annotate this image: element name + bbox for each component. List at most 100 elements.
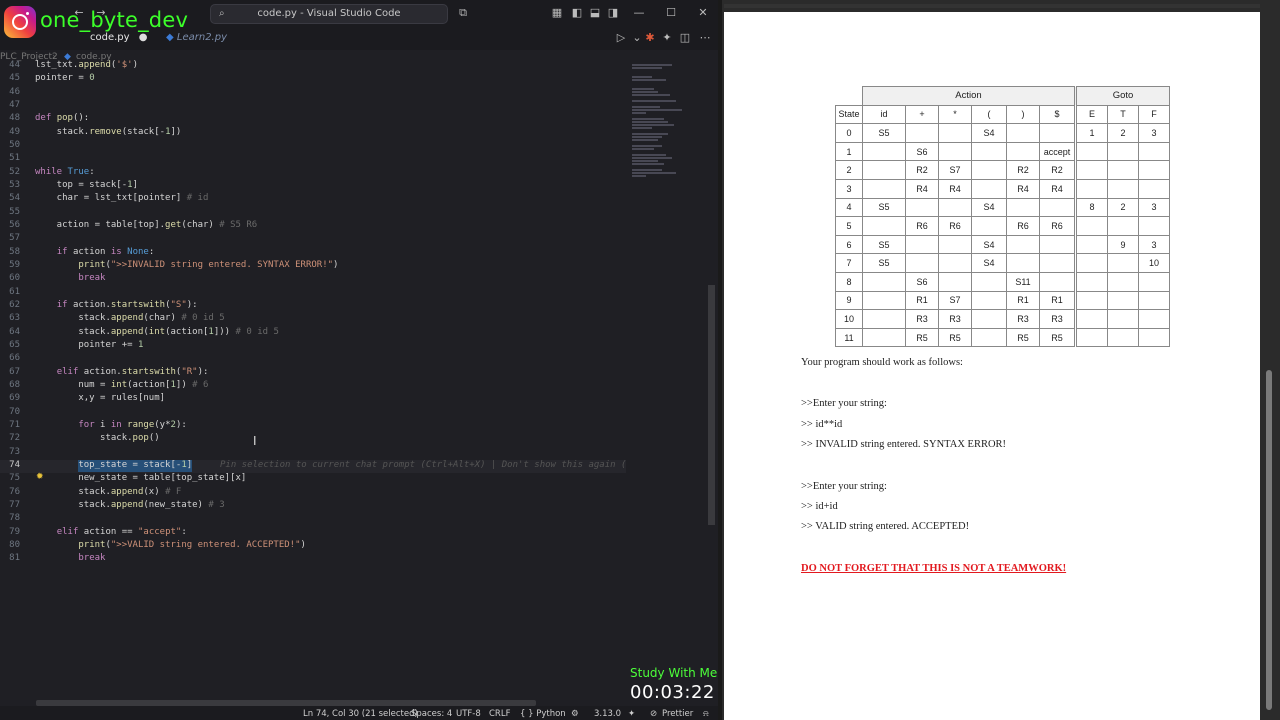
document-scrollbar[interactable] — [1266, 370, 1272, 710]
dropdown-chevron-icon[interactable]: ⌄ — [630, 31, 644, 45]
code-line[interactable]: stack.append(new_state) # 3 — [35, 500, 224, 510]
code-line[interactable]: if action is None: — [35, 247, 155, 257]
command-center-search[interactable]: ⌕ code.py - Visual Studio Code — [210, 4, 448, 24]
status-indentation[interactable]: Spaces: 4 — [411, 706, 452, 720]
minimap-line — [632, 160, 658, 162]
code-line[interactable]: for i in range(y*2): — [35, 420, 186, 430]
maximize-icon[interactable]: ☐ — [664, 6, 678, 20]
split-editor-icon[interactable]: ◫ — [678, 31, 692, 45]
code-line[interactable]: stack.remove(stack[-1]) — [35, 127, 182, 137]
notifications-icon[interactable]: ⍾ — [703, 706, 709, 720]
code-line[interactable]: def pop(): — [35, 113, 89, 123]
table-cell — [862, 271, 906, 292]
code-editor[interactable]: 44 lst_txt.append('$') 45 pointer = 0 46 47 48… — [0, 58, 626, 698]
table-cell — [1006, 123, 1040, 143]
line-number: 62 — [9, 299, 20, 310]
copilot-icon[interactable]: ⧉ — [456, 6, 470, 20]
minimap-line — [632, 124, 674, 126]
python-env-icon[interactable]: ⚙ — [571, 706, 579, 720]
table-cell — [1074, 178, 1108, 199]
inline-chat-hint[interactable]: Pin selection to current chat prompt (Ct… — [220, 460, 626, 470]
minimap-line — [632, 136, 662, 138]
table-cell — [1074, 216, 1108, 236]
toggle-secondary-sidebar-icon[interactable]: ◨ — [606, 6, 620, 20]
column-header: E — [1074, 104, 1108, 125]
code-line[interactable]: x,y = rules[num] — [35, 393, 165, 403]
code-line[interactable]: pointer = 0 — [35, 73, 95, 83]
code-line[interactable]: stack.append(int(action[1])) # 0 id 5 — [35, 327, 279, 337]
code-line[interactable]: top = stack[-1] — [35, 180, 138, 190]
line-number: 48 — [9, 113, 20, 124]
table-cell — [862, 160, 906, 180]
table-cell: R5 — [1039, 327, 1076, 348]
code-line[interactable]: lst_txt.append('$') — [35, 60, 138, 70]
line-number: 44 — [9, 60, 20, 70]
column-header: T — [1107, 104, 1139, 125]
close-icon[interactable]: ✕ — [696, 6, 710, 20]
state-cell: 7 — [835, 253, 863, 273]
minimap-line — [632, 91, 658, 93]
code-line[interactable]: if action.startswith("S"): — [35, 300, 198, 310]
status-encoding[interactable]: UTF-8 — [456, 706, 481, 720]
table-cell — [938, 271, 972, 292]
table-cell: 3 — [1138, 123, 1170, 143]
code-line[interactable]: while True: — [35, 167, 95, 177]
table-cell — [971, 271, 1007, 292]
code-line[interactable]: stack.append(x) # F — [35, 487, 181, 497]
code-line[interactable]: print(">>VALID string entered. ACCEPTED!… — [35, 540, 306, 550]
code-line[interactable]: num = int(action[1]) # 6 — [35, 380, 208, 390]
line-number: 80 — [9, 539, 20, 550]
table-cell: 10 — [1138, 253, 1170, 273]
study-timer: 00:03:22 — [630, 682, 715, 703]
table-cell: S7 — [938, 290, 972, 311]
minimap-line — [632, 145, 662, 147]
table-cell — [1039, 253, 1076, 273]
minimap[interactable] — [628, 64, 708, 184]
code-line[interactable]: char = lst_txt[pointer] # id — [35, 193, 209, 203]
minimap-line — [632, 88, 654, 90]
run-icon[interactable]: ▷ — [614, 31, 628, 45]
modified-dot-icon[interactable]: ● — [139, 32, 148, 43]
table-cell: S11 — [1006, 271, 1040, 292]
code-line[interactable]: elif action == "accept": — [35, 527, 187, 537]
status-cursor-position[interactable]: Ln 74, Col 30 (21 selected) — [303, 706, 418, 720]
code-line[interactable]: break — [35, 553, 105, 563]
minimize-icon[interactable]: — — [632, 6, 646, 20]
code-line[interactable]: stack.pop() — [35, 433, 160, 443]
lightbulb-icon[interactable]: ✹ — [36, 472, 44, 482]
python-file-icon: ◆ — [166, 32, 174, 43]
state-cell: 11 — [835, 327, 863, 348]
state-cell: 6 — [835, 234, 863, 255]
table-cell: R3 — [1039, 309, 1076, 329]
copilot-sparkle-icon[interactable]: ✦ — [660, 31, 674, 45]
status-language[interactable]: { } Python — [520, 706, 566, 720]
code-line[interactable]: action = table[top].get(char) # S5 R6 — [35, 220, 258, 230]
more-actions-icon[interactable]: ⋯ — [698, 31, 712, 45]
table-cell — [971, 309, 1007, 329]
code-line[interactable]: new_state = table[top_state][x] — [35, 473, 246, 483]
table-cell — [905, 197, 939, 218]
status-python-version[interactable]: 3.13.0 — [594, 706, 621, 720]
code-line[interactable]: elif action.startswith("R"): — [35, 367, 209, 377]
code-line[interactable]: print(">>INVALID string entered. SYNTAX … — [35, 260, 338, 270]
code-line[interactable]: stack.append(char) # 0 id 5 — [35, 313, 224, 323]
layout-icon[interactable]: ▦ — [550, 6, 564, 20]
vertical-scrollbar[interactable] — [708, 285, 715, 525]
table-cell: 3 — [1138, 197, 1170, 218]
table-row: 3 R4 R4 R4 R4 — [835, 178, 1170, 199]
status-prettier[interactable]: Prettier — [662, 706, 693, 720]
toggle-sidebar-icon[interactable]: ◧ — [570, 6, 584, 20]
status-eol[interactable]: CRLF — [489, 706, 510, 720]
debug-icon[interactable]: ✱ — [643, 31, 657, 45]
toggle-panel-icon[interactable]: ⬓ — [588, 6, 602, 20]
code-line[interactable]: break — [35, 273, 105, 283]
line-number: 55 — [9, 206, 20, 217]
line-number: 46 — [9, 86, 20, 97]
state-cell: 2 — [835, 160, 863, 180]
minimap-line — [632, 118, 664, 120]
copilot-status-icon[interactable]: ✦ — [628, 706, 635, 720]
table-cell: R1 — [1006, 290, 1040, 311]
code-line[interactable]: pointer += 1 — [35, 340, 143, 350]
code-line[interactable]: top_state = stack[-1] — [35, 460, 192, 470]
table-cell — [1006, 141, 1040, 162]
